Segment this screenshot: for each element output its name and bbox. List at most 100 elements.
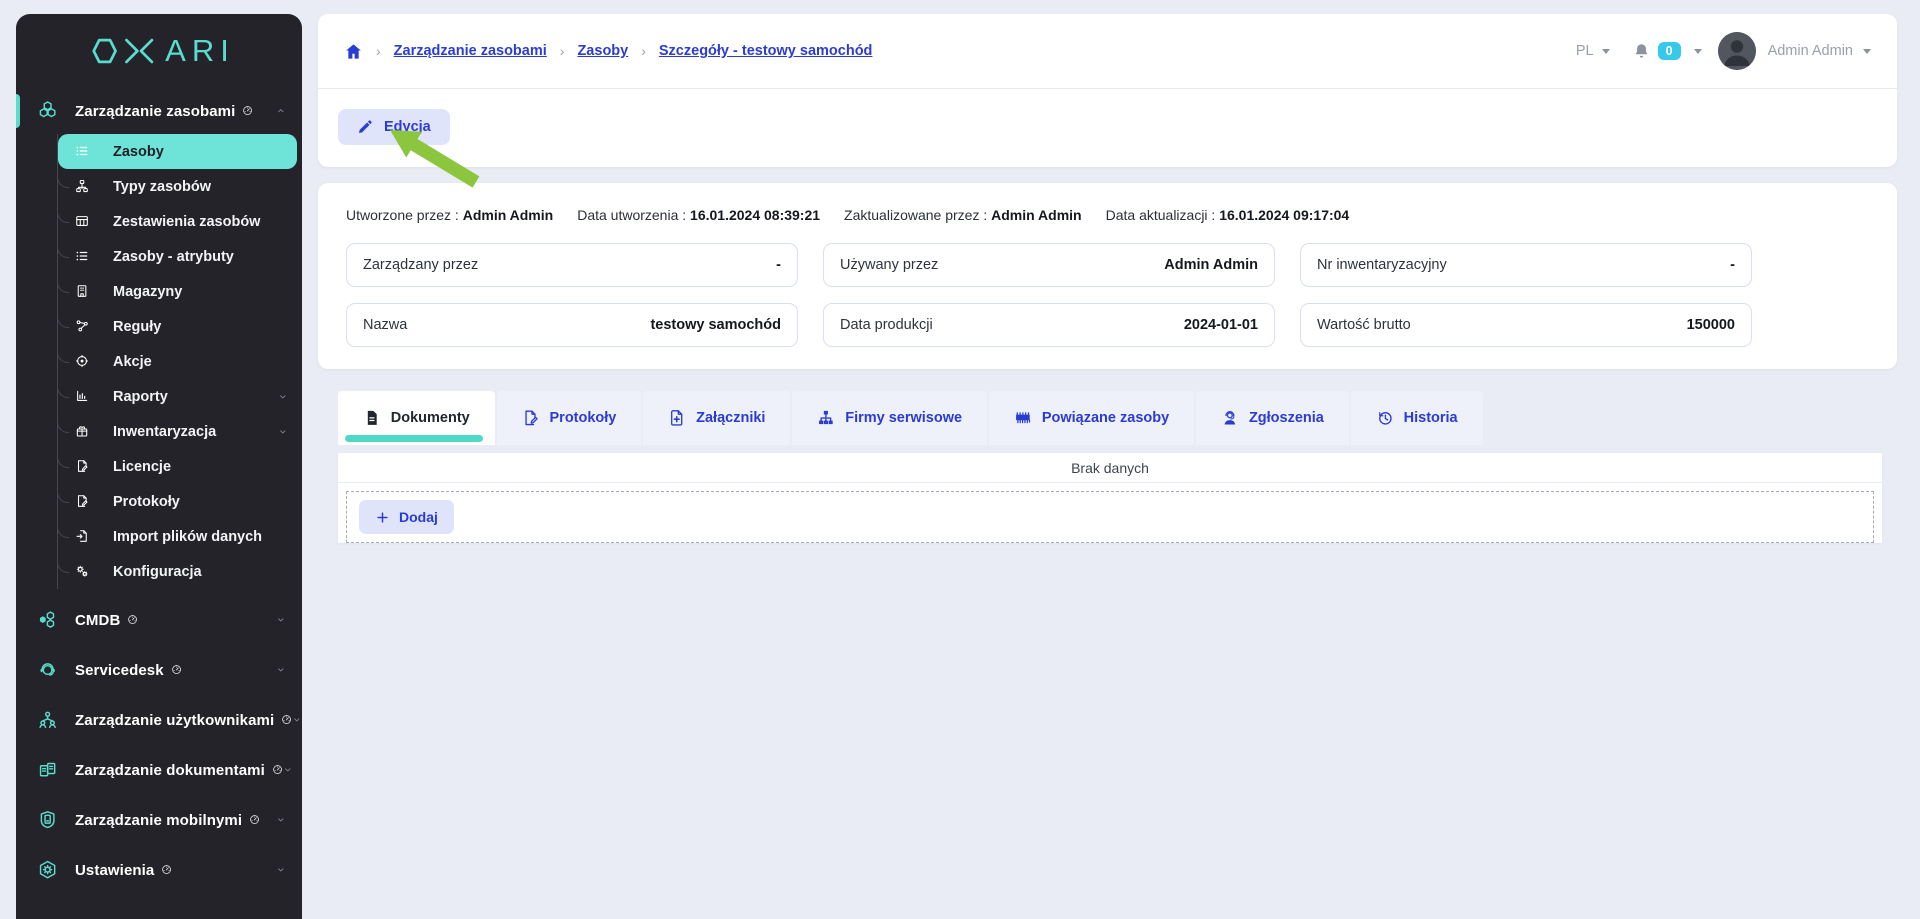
tab-historia[interactable]: Historia [1351,391,1483,445]
header-card: ›Zarządzanie zasobami›Zasoby›Szczegóły -… [318,14,1897,167]
table-icon [73,214,92,228]
meta-value: Admin Admin [463,207,553,223]
chevron-down-icon [278,427,288,437]
notifications-button[interactable]: 0 [1632,42,1702,61]
docs-icon [34,760,62,779]
breadcrumb-link-zasoby[interactable]: Zasoby [577,43,628,59]
sidebar-group-label: Zarządzanie mobilnymi [75,812,242,829]
sidebar-item-label: Raporty [113,389,168,405]
sidebar-item-label: Inwentaryzacja [113,424,216,440]
sidebar-item-akcje[interactable]: Akcje [58,344,297,379]
meta-value: 16.01.2024 09:17:04 [1219,207,1349,223]
field-zarzadzany-przez: Zarządzany przez- [346,243,798,287]
meta-utworzone-przez: Utworzone przez : Admin Admin [346,207,553,223]
tab-sitemap-icon [817,409,835,427]
sidebar-group-zarzadzanie-dokumentami[interactable]: Zarządzanie dokumentami [16,745,302,795]
chevron-down-icon [283,765,293,775]
sidebar-group-servicedesk[interactable]: Servicedesk [16,645,302,695]
sidebar-group-ustawienia[interactable]: Ustawienia [16,845,302,895]
warehouse-icon [73,284,92,298]
tab-firmy-serwisowe[interactable]: Firmy serwisowe [792,391,987,445]
list-icon [73,144,92,158]
meta-label: Zaktualizowane przez : [844,207,987,223]
sidebar-item-konfiguracja[interactable]: Konfiguracja [58,554,297,589]
sidebar-group-label: CMDB [75,612,120,629]
tab-protokoly[interactable]: Protokoły [497,391,642,445]
chart-icon [73,389,92,403]
sidebar-group-label: Zarządzanie zasobami [75,103,235,120]
tab-history-icon [1376,409,1394,427]
users-icon [34,710,62,729]
hexagons-icon [34,101,62,120]
tab-label: Dokumenty [391,410,470,426]
meta-value: Admin Admin [991,207,1081,223]
sidebar-item-label: Import plików danych [113,529,262,545]
user-menu[interactable]: Admin Admin [1768,43,1871,59]
headset-icon [34,660,62,679]
field-uzywany-przez: Używany przezAdmin Admin [823,243,1275,287]
sidebar-item-label: Protokoły [113,494,180,510]
sidebar-group-label: Servicedesk [75,662,164,679]
hierarchy-icon [73,179,92,193]
sidebar-item-licencje[interactable]: Licencje [58,449,297,484]
tab-label: Firmy serwisowe [845,410,962,426]
avatar[interactable] [1718,32,1756,70]
sidebar-item-zestawienia-zasobow[interactable]: Zestawienia zasobów [58,204,297,239]
tab-chip-icon [1014,409,1032,427]
tab-zgloszenia[interactable]: Zgłoszenia [1196,391,1349,445]
plus-icon [375,510,390,525]
chevron-up-icon [276,106,286,116]
sidebar-group-zarzadzanie-uzytkownikami[interactable]: Zarządzanie użytkownikami [16,695,302,745]
sidebar-item-label: Konfiguracja [113,564,202,580]
breadcrumb-link-szczegoly-testowy-samochod[interactable]: Szczegóły - testowy samochód [659,43,873,59]
gauge-badge-icon [249,814,260,825]
gauge-badge-icon [272,764,283,775]
breadcrumb: ›Zarządzanie zasobami›Zasoby›Szczegóły -… [344,42,872,61]
logo-mark-icon [83,31,159,71]
sidebar-item-magazyny[interactable]: Magazyny [58,274,297,309]
meta-label: Utworzone przez : [346,207,459,223]
tab-document-icon [363,409,381,427]
chevron-down-icon [292,715,302,725]
breadcrumb-home[interactable] [344,42,363,61]
sidebar-item-reguly[interactable]: Reguły [58,309,297,344]
field-value: 2024-01-01 [1184,317,1258,333]
tab-label: Historia [1404,410,1458,426]
sidebar-collapse-toggle[interactable]: Przełącz menu [16,903,302,919]
sidebar-item-import-plikow-danych[interactable]: Import plików danych [58,519,297,554]
sidebar-nav: Zarządzanie zasobami ZasobyTypy zasobówZe… [16,88,302,895]
sidebar-item-zasoby-atrybuty[interactable]: Zasoby - atrybuty [58,239,297,274]
tab-powiazane-zasoby[interactable]: Powiązane zasoby [989,391,1194,445]
app-logo: ARI [16,14,302,88]
sidebar-item-raporty[interactable]: Raporty [58,379,297,414]
language-selector[interactable]: PL [1576,43,1610,59]
add-button[interactable]: Dodaj [359,500,454,534]
submenu-zarzadzanie-zasobami: ZasobyTypy zasobówZestawienia zasobówZas… [57,134,297,589]
breadcrumb-separator: › [560,43,565,59]
edit-button[interactable]: Edycja [338,109,450,145]
meta-label: Data utworzenia : [577,207,686,223]
chevron-down-icon [1602,49,1610,54]
sidebar-item-protokoly[interactable]: Protokoły [58,484,297,519]
tab-panel: Brak danych Dodaj [338,453,1882,543]
tab-doc-pen-icon [522,409,540,427]
sidebar-group-zarzadzanie-zasobami[interactable]: Zarządzanie zasobami [16,88,302,134]
field-value: 150000 [1687,317,1735,333]
sidebar-item-zasoby[interactable]: Zasoby [58,134,297,169]
chevron-down-icon [278,392,288,402]
tab-dokumenty[interactable]: Dokumenty [338,391,495,445]
sidebar-item-inwentaryzacja[interactable]: Inwentaryzacja [58,414,297,449]
tab-zalaczniki[interactable]: Załączniki [643,391,790,445]
empty-state-text: Brak danych [338,453,1882,483]
sidebar-item-typy-zasobow[interactable]: Typy zasobów [58,169,297,204]
breadcrumb-link-zarzadzanie-zasobami[interactable]: Zarządzanie zasobami [394,43,547,59]
sidebar: ARI Zarządzanie zasobami ZasobyTypy zasob… [16,14,302,919]
sidebar-group-zarzadzanie-mobilnymi[interactable]: Zarządzanie mobilnymi [16,795,302,845]
field-label: Używany przez [840,257,938,273]
detail-fields: Zarządzany przez- Używany przezAdmin Admi… [346,243,1869,347]
sidebar-group-cmdb[interactable]: CMDB [16,595,302,645]
gauge-badge-icon [242,105,253,116]
tab-attachment-icon [668,409,686,427]
main-content: ›Zarządzanie zasobami›Zasoby›Szczegóły -… [318,0,1897,551]
add-dropzone: Dodaj [346,491,1874,543]
